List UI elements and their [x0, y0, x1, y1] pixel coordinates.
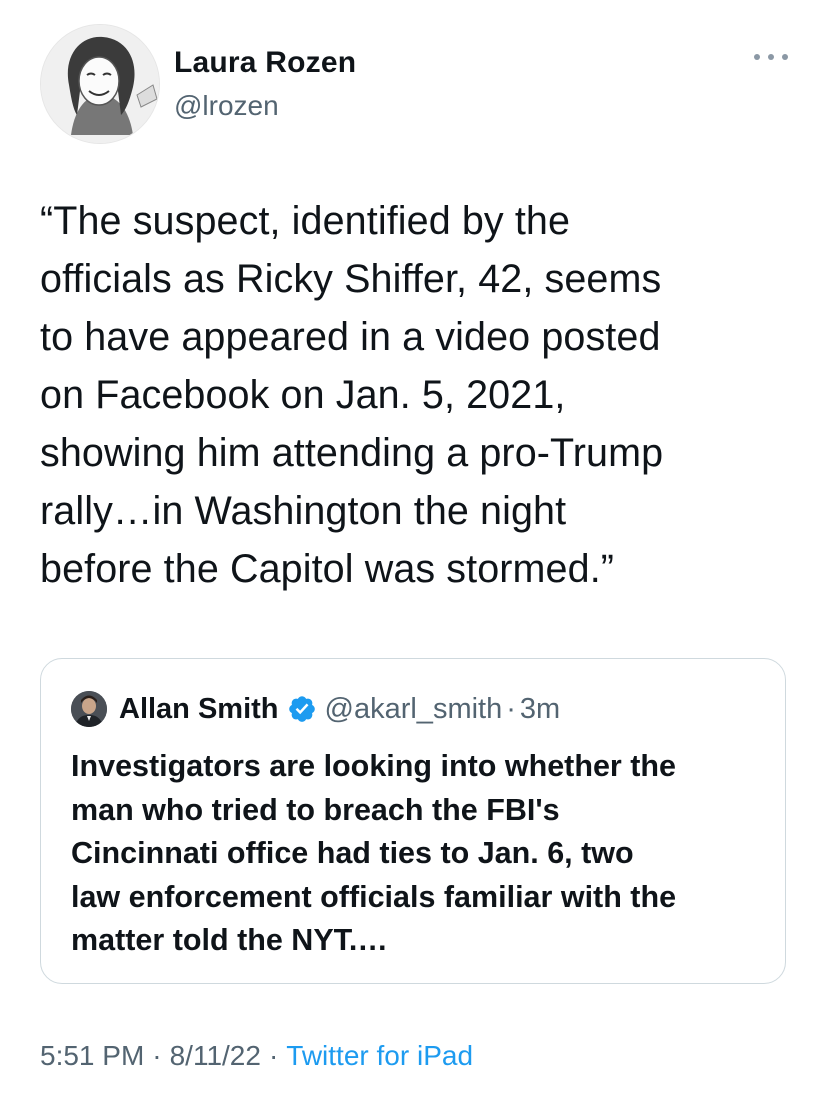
tweet-date[interactable]: 8/11/22: [170, 1040, 261, 1072]
author-name[interactable]: Laura Rozen: [174, 46, 356, 80]
more-dot: [782, 54, 788, 60]
quoted-author-avatar: [71, 691, 107, 727]
tweet-meta: 5:51 PM · 8/11/22 · Twitter for iPad: [40, 1036, 473, 1076]
quoted-tweet-text: Investigators are looking into whether t…: [71, 749, 677, 957]
quoted-author-handle[interactable]: @akarl_smith: [325, 693, 503, 726]
tweet-time[interactable]: 5:51 PM: [40, 1040, 144, 1072]
quoted-separator: ·: [506, 692, 516, 725]
tweet-text: “The suspect, identified by the official…: [40, 199, 664, 591]
more-dot: [754, 54, 760, 60]
quoted-timestamp[interactable]: 3m: [520, 693, 560, 726]
tweet-source-link[interactable]: Twitter for iPad: [286, 1040, 473, 1072]
author-avatar[interactable]: [40, 24, 160, 144]
tweet-header: Laura Rozen @lrozen: [40, 24, 788, 144]
more-icon[interactable]: [754, 50, 788, 64]
more-dot: [768, 54, 774, 60]
meta-separator: ·: [268, 1040, 279, 1071]
quoted-author-name[interactable]: Allan Smith: [119, 693, 279, 726]
meta-separator: ·: [152, 1040, 162, 1071]
author-handle[interactable]: @lrozen: [174, 90, 279, 122]
verified-badge-icon: [287, 694, 317, 724]
quoted-tweet[interactable]: Allan Smith @akarl_smith · 3m Investigat…: [40, 658, 786, 984]
quoted-tweet-header: Allan Smith @akarl_smith · 3m: [71, 689, 560, 729]
